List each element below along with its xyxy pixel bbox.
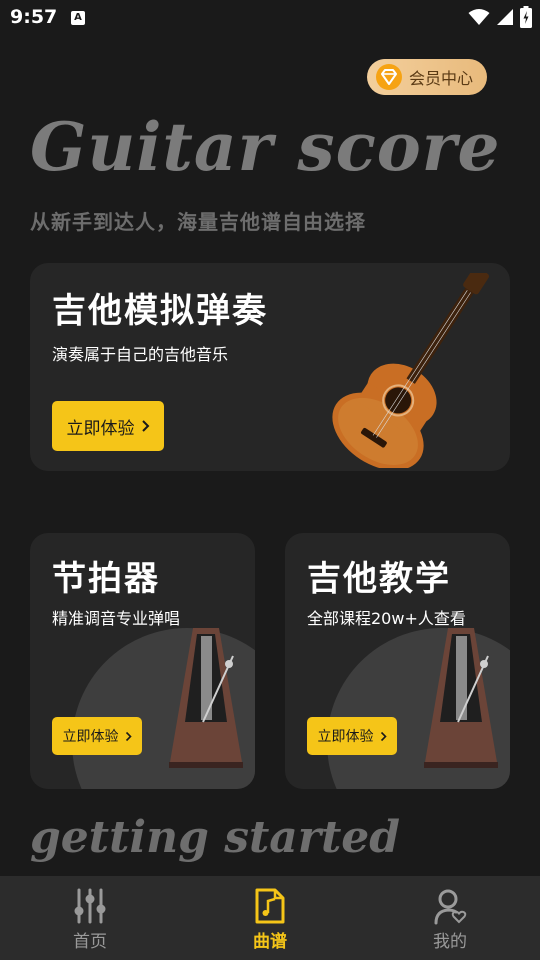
nav-label-scores: 曲谱 [253, 932, 287, 952]
status-icons [468, 6, 532, 28]
signal-icon [497, 9, 513, 25]
metronome-card[interactable]: 节拍器 精准调音专业弹唱 立即体验 [30, 533, 255, 789]
chevron-right-icon [380, 731, 387, 741]
hero-title: Guitar score [30, 108, 501, 186]
bottom-nav: 首页 曲谱 我的 [0, 876, 540, 960]
try-now-button[interactable]: 立即体验 [307, 717, 397, 755]
try-now-button[interactable]: 立即体验 [52, 717, 142, 755]
status-time: 9:57 [10, 6, 58, 28]
music-doc-icon [255, 888, 285, 924]
getting-started-heading: getting started [30, 812, 401, 863]
diamond-icon [376, 64, 402, 90]
try-now-label: 立即体验 [62, 729, 119, 745]
vip-center-label: 会员中心 [409, 69, 474, 88]
battery-icon [520, 6, 532, 28]
nav-label-home: 首页 [73, 932, 107, 952]
chevron-right-icon [125, 731, 132, 741]
status-bar: 9:57 A [0, 0, 540, 36]
nav-item-mine[interactable]: 我的 [360, 876, 540, 960]
hero-subtitle: 从新手到达人，海量吉他谱自由选择 [30, 210, 366, 234]
metronome-image [169, 628, 243, 768]
nav-item-home[interactable]: 首页 [0, 876, 180, 960]
sliders-icon [74, 888, 106, 924]
metronome-image [424, 628, 498, 768]
try-now-label: 立即体验 [66, 418, 135, 439]
card-desc: 演奏属于自己的吉他音乐 [52, 345, 229, 364]
guitar-simulator-card[interactable]: 吉他模拟弹奏 演奏属于自己的吉他音乐 立即体验 [30, 263, 510, 471]
user-heart-icon [434, 889, 467, 925]
card-title: 节拍器 [52, 559, 160, 599]
try-now-label: 立即体验 [317, 729, 374, 745]
card-desc: 精准调音专业弹唱 [52, 609, 181, 628]
vip-center-button[interactable]: 会员中心 [367, 59, 487, 95]
card-title: 吉他模拟弹奏 [52, 291, 268, 331]
nav-item-scores[interactable]: 曲谱 [180, 876, 360, 960]
nav-label-mine: 我的 [433, 932, 467, 952]
guitar-image [332, 273, 489, 468]
wifi-icon [468, 9, 490, 25]
notification-icon: A [71, 11, 85, 25]
chevron-right-icon [141, 420, 149, 432]
guitar-teaching-card[interactable]: 吉他教学 全部课程20w+人查看 立即体验 [285, 533, 510, 789]
card-title: 吉他教学 [307, 559, 451, 599]
try-now-button[interactable]: 立即体验 [52, 401, 164, 451]
